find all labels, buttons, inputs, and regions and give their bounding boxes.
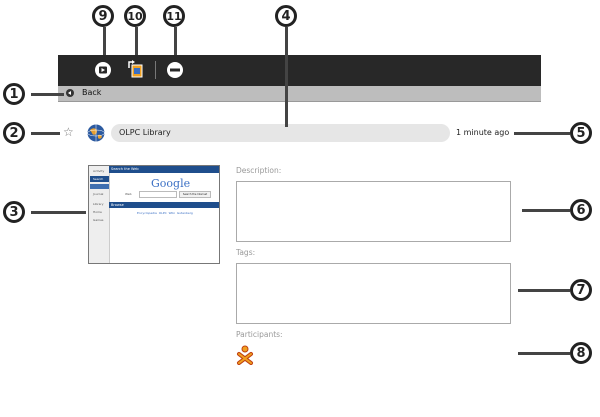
thumb-sidebar-item: Search <box>93 177 104 181</box>
callout-4: 4 <box>275 5 297 27</box>
callout-line-11 <box>174 27 177 55</box>
thumb-brand: Google <box>151 177 191 190</box>
thumb-section: Browse <box>111 203 124 207</box>
thumb-header: Search the Web <box>111 167 139 171</box>
callout-5: 5 <box>570 122 592 144</box>
callout-line-1 <box>31 93 64 96</box>
copy-to-button[interactable] <box>126 60 144 82</box>
callout-line-4 <box>285 27 288 127</box>
callout-2: 2 <box>3 122 25 144</box>
description-field[interactable] <box>236 181 511 242</box>
callout-6: 6 <box>570 199 592 221</box>
resume-button[interactable] <box>94 61 112 83</box>
thumb-sidebar-item: Journal <box>93 192 104 196</box>
callout-line-10 <box>135 27 138 55</box>
callout-line-2 <box>31 132 60 135</box>
favorite-star-icon[interactable]: ☆ <box>63 126 74 138</box>
remove-button[interactable] <box>166 61 184 83</box>
participant-xo-icon <box>236 345 254 369</box>
back-bar[interactable] <box>58 86 541 102</box>
callout-line-6 <box>522 209 570 212</box>
participants-label: Participants: <box>236 330 283 339</box>
thumb-sidebar-item: Library <box>93 202 104 206</box>
preview-thumbnail: Activity Search Journal Library Home Gam… <box>88 165 220 264</box>
callout-3: 3 <box>3 201 25 223</box>
thumb-sidebar-item: Activity <box>93 169 105 173</box>
copy-to-icon <box>128 60 143 78</box>
back-arrow-icon[interactable] <box>66 89 74 97</box>
thumb-sidebar-highlight <box>90 184 109 189</box>
callout-line-3 <box>31 211 86 214</box>
tags-field[interactable] <box>236 263 511 324</box>
timestamp: 1 minute ago <box>456 128 510 137</box>
callout-7: 7 <box>570 279 592 301</box>
tags-label: Tags: <box>236 248 256 257</box>
thumb-sidebar-item: Home <box>93 210 102 214</box>
thumb-search-label: Web <box>125 192 132 196</box>
title-text[interactable]: OLPC Library <box>119 127 171 139</box>
callout-8: 8 <box>570 342 592 364</box>
callout-line-8 <box>518 352 570 355</box>
thumb-search-box <box>139 191 177 198</box>
callout-line-5 <box>514 132 570 135</box>
thumb-sidebar-item: Games <box>93 218 104 222</box>
callout-10: 10 <box>124 5 146 27</box>
callout-line-9 <box>103 27 106 55</box>
back-label[interactable]: Back <box>82 87 101 99</box>
thumb-search-button: Search the Internet <box>179 191 211 198</box>
callout-1: 1 <box>3 83 25 105</box>
resume-icon <box>95 62 111 78</box>
activity-globe-icon <box>87 124 105 146</box>
remove-icon <box>167 62 183 78</box>
description-label: Description: <box>236 166 282 175</box>
thumb-section-bar <box>109 202 219 208</box>
thumb-links: Encyclopedia OLPC Wiki Gutenberg <box>137 211 193 215</box>
callout-line-7 <box>518 289 570 292</box>
toolbar-separator <box>155 61 156 79</box>
callout-11: 11 <box>163 5 185 27</box>
callout-9: 9 <box>92 5 114 27</box>
